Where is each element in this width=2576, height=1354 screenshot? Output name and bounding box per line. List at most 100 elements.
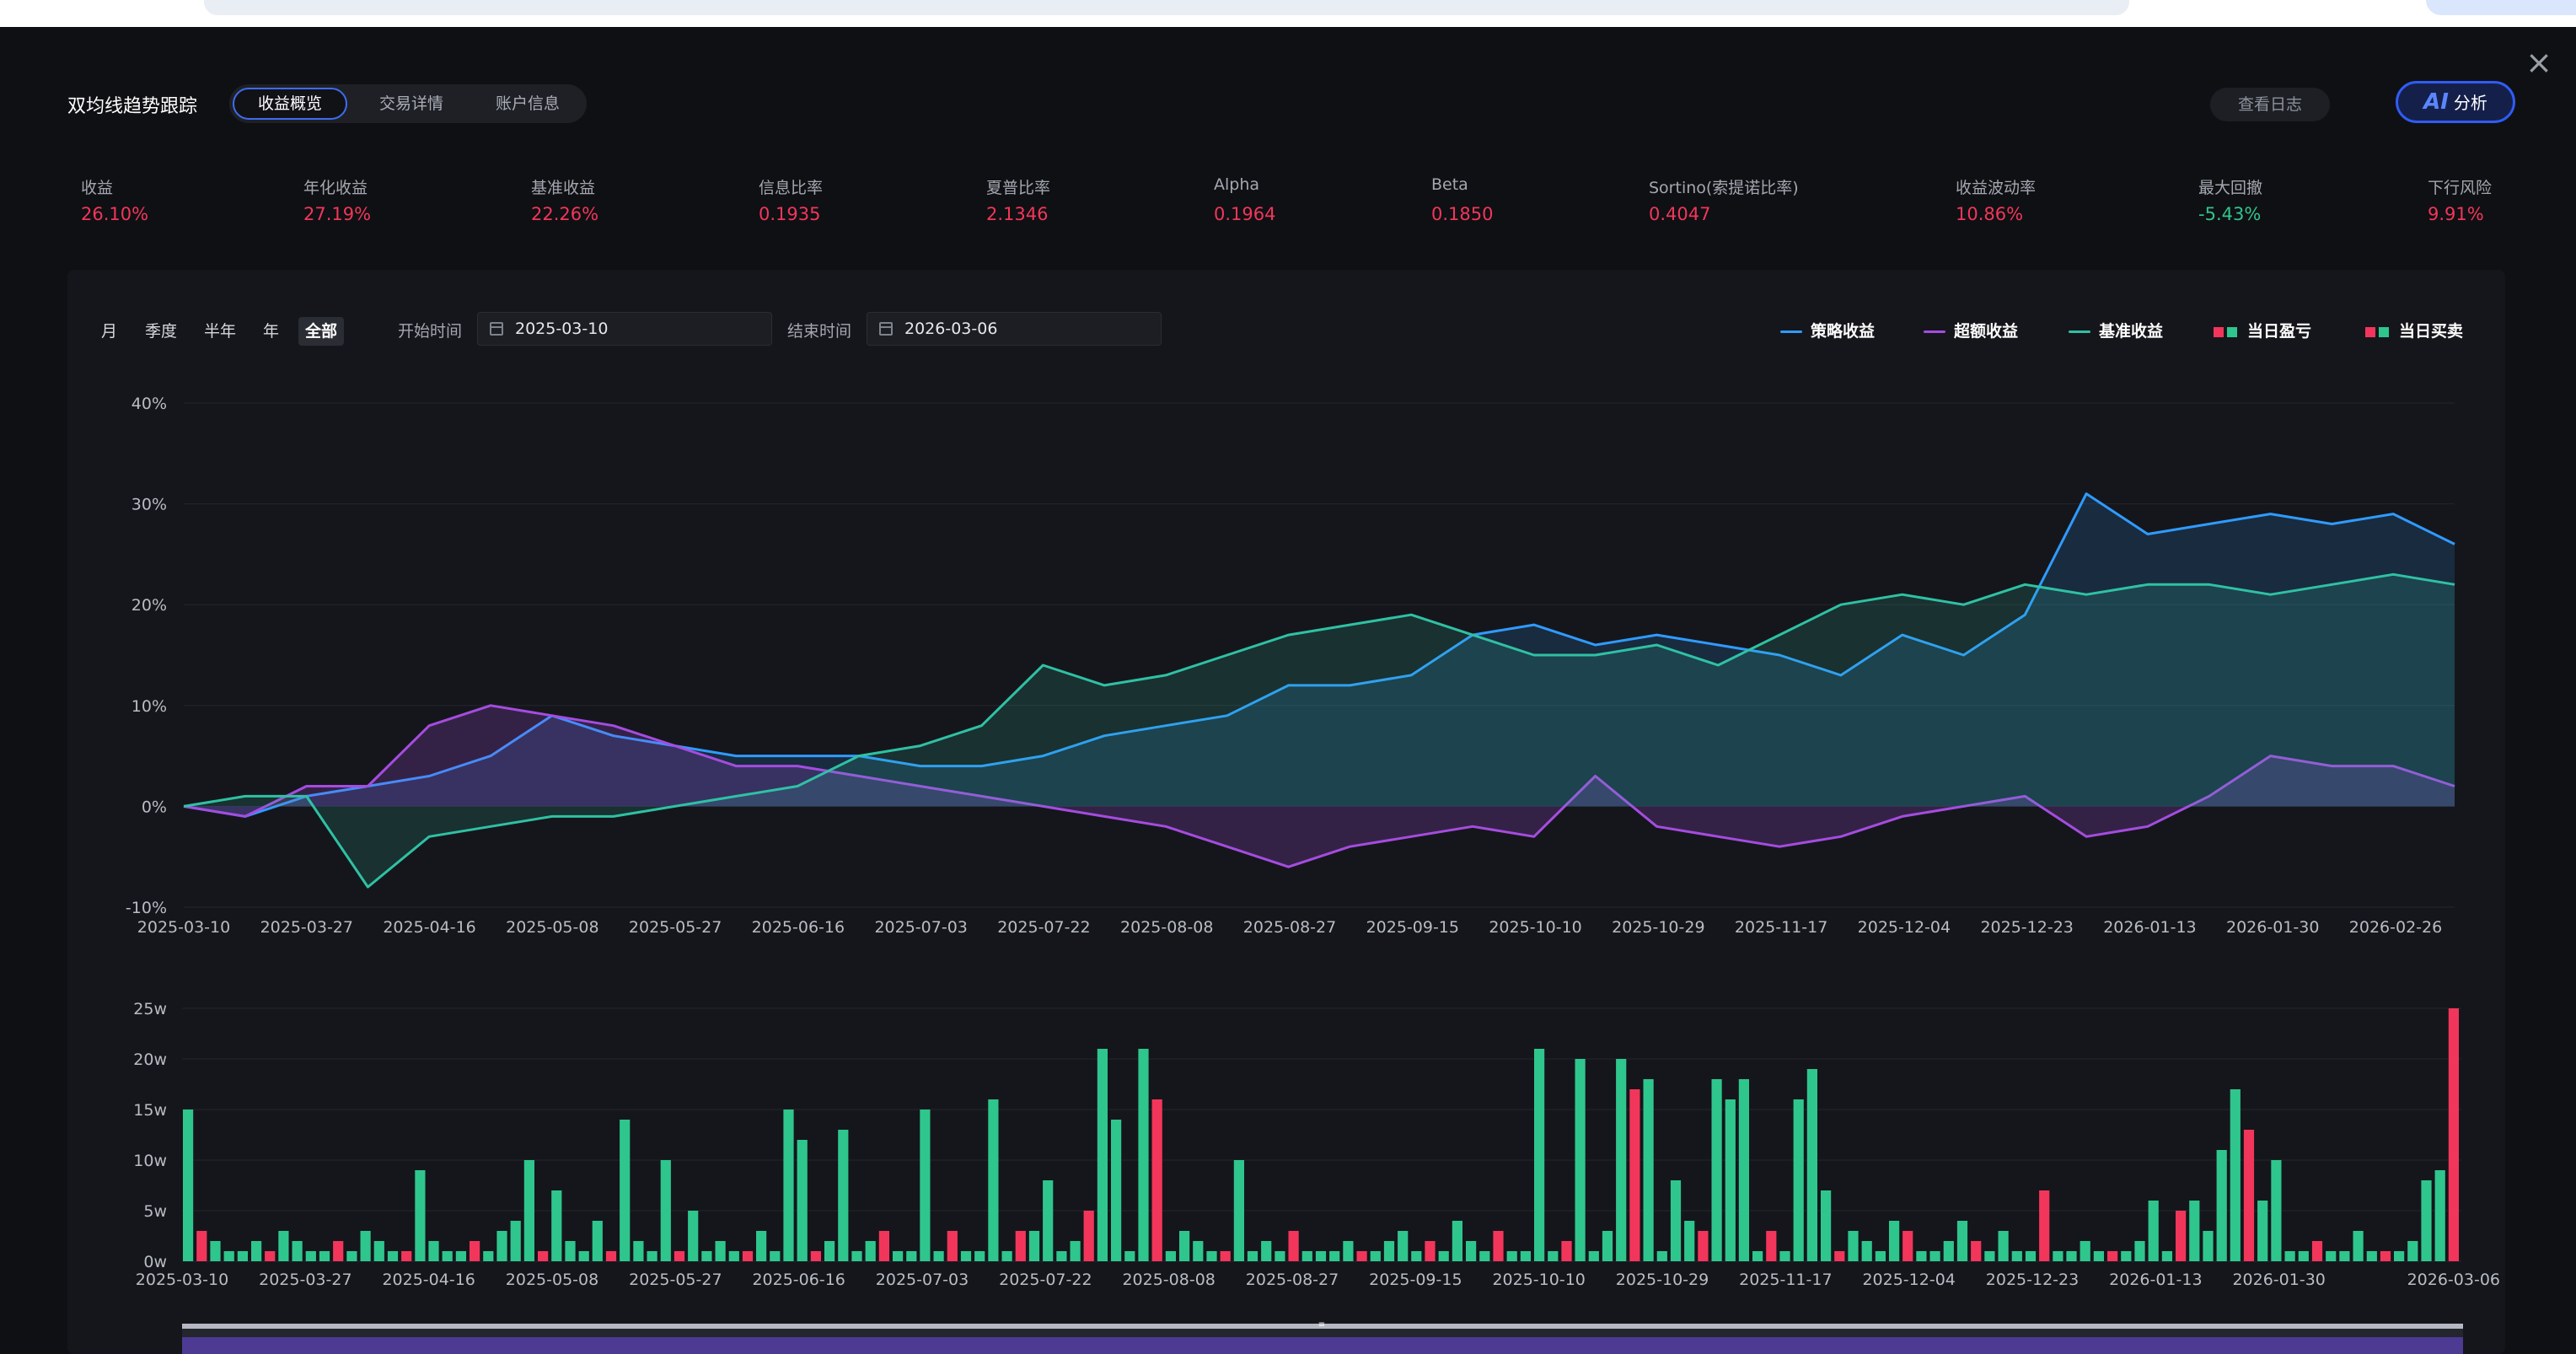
bar: [2448, 1008, 2459, 1261]
bar: [647, 1251, 657, 1261]
bar: [265, 1251, 276, 1261]
bar: [824, 1241, 835, 1261]
x-tick-label: 2025-12-04: [1858, 918, 1951, 937]
bar: [1806, 1069, 1817, 1261]
y-tick-label: 30%: [131, 496, 167, 514]
charts-canvas[interactable]: 40%30%20%10%0%-10%2025-03-10 2025-03-27 20…: [0, 0, 2576, 1354]
x-tick-label: 2025-06-16: [752, 918, 845, 937]
bar: [2148, 1201, 2159, 1261]
bar: [2216, 1150, 2227, 1261]
bar: [1425, 1241, 1436, 1261]
x-tick-label: 2025-05-08: [506, 918, 598, 937]
bar: [1602, 1231, 1613, 1261]
bar: [2039, 1190, 2050, 1261]
bar: [415, 1170, 426, 1261]
bar: [1111, 1120, 1122, 1261]
bar: [1766, 1231, 1777, 1261]
bar: [1206, 1251, 1217, 1261]
x-tick-label: 2025-08-08: [1122, 1271, 1215, 1289]
bar: [1398, 1231, 1409, 1261]
bar: [1821, 1190, 1832, 1261]
bar: [1329, 1251, 1340, 1261]
bar: [1097, 1049, 1108, 1261]
y-tick-label: 20w: [133, 1050, 167, 1069]
bar: [538, 1251, 549, 1261]
bar: [1956, 1221, 1968, 1261]
bar: [483, 1251, 494, 1261]
y-tick-label: 0%: [142, 798, 167, 816]
bar: [960, 1251, 972, 1261]
bar: [1193, 1241, 1204, 1261]
bar: [1165, 1251, 1176, 1261]
bar: [2134, 1241, 2145, 1261]
bar: [210, 1241, 221, 1261]
bar: [2434, 1170, 2445, 1261]
bar: [1725, 1099, 1736, 1261]
y-tick-label: 15w: [133, 1101, 167, 1120]
bar: [1670, 1180, 1682, 1261]
bar: [947, 1231, 958, 1261]
bar: [1083, 1211, 1094, 1261]
bar: [1001, 1251, 1012, 1261]
bar: [565, 1241, 576, 1261]
bar: [1738, 1079, 1749, 1261]
bar: [1275, 1251, 1285, 1261]
bar: [2093, 1251, 2104, 1261]
bar: [1656, 1251, 1667, 1261]
bar: [2080, 1241, 2090, 1261]
bar: [1929, 1251, 1940, 1261]
bar: [292, 1241, 303, 1261]
bar: [2326, 1251, 2337, 1261]
x-tick-label: 2025-04-16: [382, 1271, 475, 1289]
x-tick-label: 2025-03-10: [137, 918, 230, 937]
bar: [1124, 1251, 1135, 1261]
bar: [920, 1110, 931, 1261]
bar: [1575, 1059, 1586, 1261]
bar: [783, 1110, 794, 1261]
zoom-slider-handle[interactable]: ≡: [1317, 1321, 1327, 1330]
bar: [620, 1120, 631, 1261]
x-tick-label: 2025-12-04: [1862, 1271, 1955, 1289]
x-tick-label: 2025-05-27: [629, 918, 722, 937]
bar: [2161, 1251, 2172, 1261]
bar: [523, 1160, 534, 1261]
y-tick-label: 25w: [133, 1000, 167, 1018]
bar: [906, 1251, 917, 1261]
bar: [1220, 1251, 1231, 1261]
bar: [2271, 1160, 2282, 1261]
bar: [1438, 1251, 1449, 1261]
x-tick-label: 2025-07-03: [876, 1271, 969, 1289]
bar: [223, 1251, 234, 1261]
bar: [496, 1231, 507, 1261]
bar: [1834, 1251, 1845, 1261]
bar: [551, 1190, 562, 1261]
bar: [1643, 1079, 1654, 1261]
y-tick-label: 40%: [131, 395, 167, 413]
bar: [2353, 1231, 2364, 1261]
x-tick-label: 2025-09-15: [1366, 918, 1459, 937]
bar: [1356, 1251, 1367, 1261]
zoom-slider[interactable]: ≡: [182, 1321, 2463, 1354]
bar: [1301, 1251, 1312, 1261]
bar: [183, 1110, 194, 1261]
bar: [1411, 1251, 1422, 1261]
bar: [237, 1251, 248, 1261]
bar: [1561, 1241, 1572, 1261]
x-tick-label: 2025-05-08: [506, 1271, 598, 1289]
bar: [2421, 1180, 2432, 1261]
bar: [428, 1241, 439, 1261]
bar: [333, 1241, 344, 1261]
bar: [1793, 1099, 1804, 1261]
bar: [1452, 1221, 1462, 1261]
x-tick-label: 2025-12-23: [1986, 1271, 2079, 1289]
x-tick-label: 2025-08-08: [1120, 918, 1213, 937]
bar: [2176, 1211, 2187, 1261]
bar: [1138, 1049, 1149, 1261]
bar: [838, 1130, 849, 1261]
bar: [1506, 1251, 1517, 1261]
bar: [278, 1231, 289, 1261]
bar: [1779, 1251, 1790, 1261]
bar: [1971, 1241, 1982, 1261]
bar: [1261, 1241, 1272, 1261]
bar: [688, 1211, 699, 1261]
